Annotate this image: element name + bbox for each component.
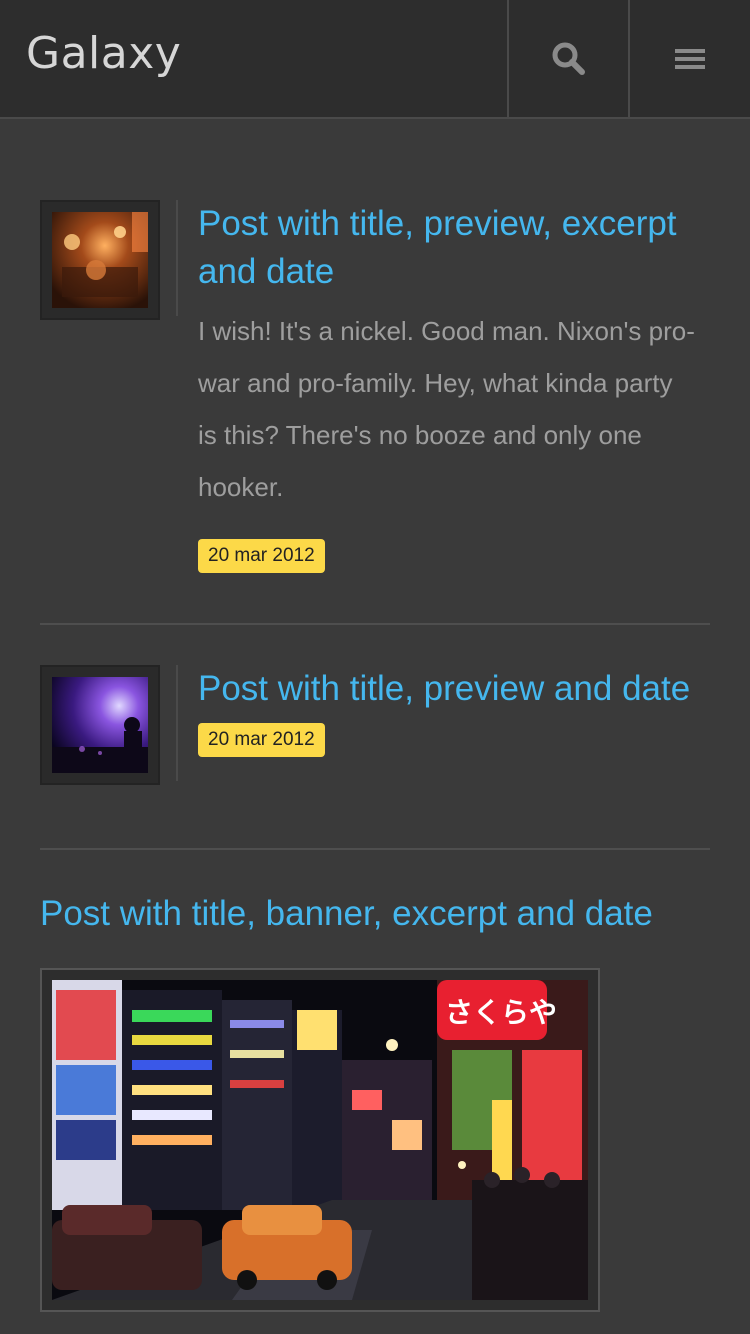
post-divider: [40, 848, 710, 850]
post-title[interactable]: Post with title, banner, excerpt and dat…: [40, 890, 653, 938]
thumbnail-divider: [176, 200, 178, 316]
post-excerpt: I wish! It's a nickel. Good man. Nixon's…: [198, 316, 695, 502]
post-content: Post with title, preview and date 20 mar…: [198, 665, 698, 757]
brand-logo[interactable]: Galaxy: [26, 28, 181, 79]
search-icon: [552, 42, 585, 75]
post-content: Post with title, preview, excerpt and da…: [198, 200, 698, 573]
app-header: Galaxy: [0, 0, 750, 119]
post-thumbnail[interactable]: [40, 200, 160, 320]
hamburger-menu-icon: [674, 48, 705, 69]
banner-image: さくらや: [52, 980, 588, 1300]
thumbnail-image: [52, 212, 148, 308]
post-banner[interactable]: さくらや: [40, 968, 600, 1312]
search-button[interactable]: [507, 0, 628, 117]
post-title[interactable]: Post with title, preview and date: [198, 665, 698, 713]
thumbnail-divider: [176, 665, 178, 781]
svg-text:さくらや: さくらや: [445, 996, 557, 1029]
menu-button[interactable]: [628, 0, 749, 117]
thumbnail-image: [52, 677, 148, 773]
post-title[interactable]: Post with title, preview, excerpt and da…: [198, 200, 698, 296]
date-badge: 20 mar 2012: [198, 723, 325, 757]
date-badge: 20 mar 2012: [198, 539, 325, 573]
post-thumbnail[interactable]: [40, 665, 160, 785]
post-divider: [40, 623, 710, 625]
